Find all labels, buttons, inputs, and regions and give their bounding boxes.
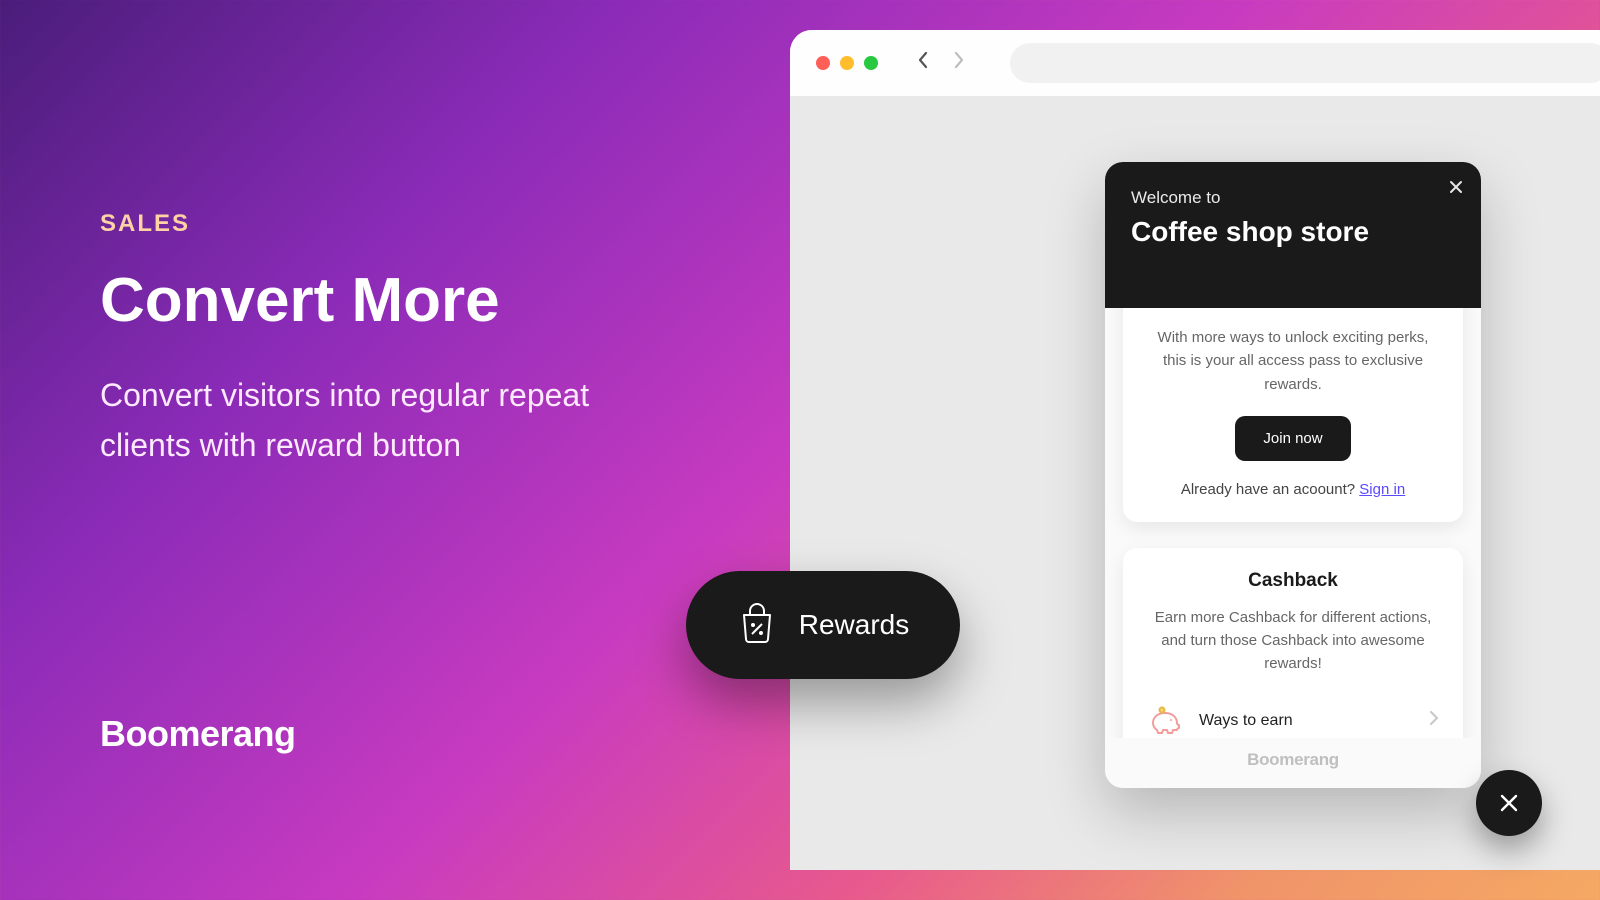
- sign-in-link[interactable]: Sign in: [1359, 481, 1405, 498]
- window-zoom-icon[interactable]: [864, 56, 878, 70]
- widget-body: Become a member With more ways to unlock…: [1105, 268, 1481, 738]
- member-card-text: With more ways to unlock exciting perks,…: [1145, 326, 1441, 396]
- ways-to-earn-row[interactable]: Ways to earn: [1145, 696, 1441, 738]
- nav-forward-button[interactable]: [946, 51, 972, 75]
- browser-toolbar: [790, 30, 1600, 96]
- nav-back-button[interactable]: [910, 51, 936, 75]
- widget-footer-brand: Boomerang: [1105, 738, 1481, 788]
- ways-to-earn-label: Ways to earn: [1199, 712, 1411, 730]
- window-minimize-icon[interactable]: [840, 56, 854, 70]
- subheadline: Convert visitors into regular repeat cli…: [100, 371, 660, 470]
- rewards-widget: Welcome to Coffee shop store Become a me…: [1105, 162, 1481, 788]
- widget-header: Welcome to Coffee shop store: [1105, 162, 1481, 308]
- marketing-copy: SALES Convert More Convert visitors into…: [100, 210, 660, 470]
- traffic-lights: [816, 56, 878, 70]
- chevron-right-icon: [1429, 710, 1439, 731]
- widget-store-name: Coffee shop store: [1131, 216, 1455, 248]
- floating-close-button[interactable]: [1476, 770, 1542, 836]
- url-bar[interactable]: [1010, 43, 1600, 83]
- cashback-card-title: Cashback: [1145, 570, 1441, 592]
- cashback-card-text: Earn more Cashback for different actions…: [1145, 606, 1441, 676]
- rewards-launcher-button[interactable]: Rewards: [686, 571, 960, 679]
- widget-close-button[interactable]: [1449, 178, 1463, 199]
- brand-logo: Boomerang: [100, 713, 296, 755]
- rewards-launcher-label: Rewards: [799, 609, 909, 641]
- already-account-text: Already have an acoount? Sign in: [1145, 481, 1441, 498]
- kicker-label: SALES: [100, 210, 660, 238]
- join-now-button[interactable]: Join now: [1235, 416, 1350, 461]
- headline: Convert More: [100, 268, 660, 333]
- widget-welcome-text: Welcome to: [1131, 188, 1455, 208]
- cashback-card: Cashback Earn more Cashback for differen…: [1123, 548, 1463, 738]
- piggy-bank-icon: [1147, 704, 1181, 738]
- window-close-icon[interactable]: [816, 56, 830, 70]
- shopping-bag-percent-icon: [737, 600, 777, 651]
